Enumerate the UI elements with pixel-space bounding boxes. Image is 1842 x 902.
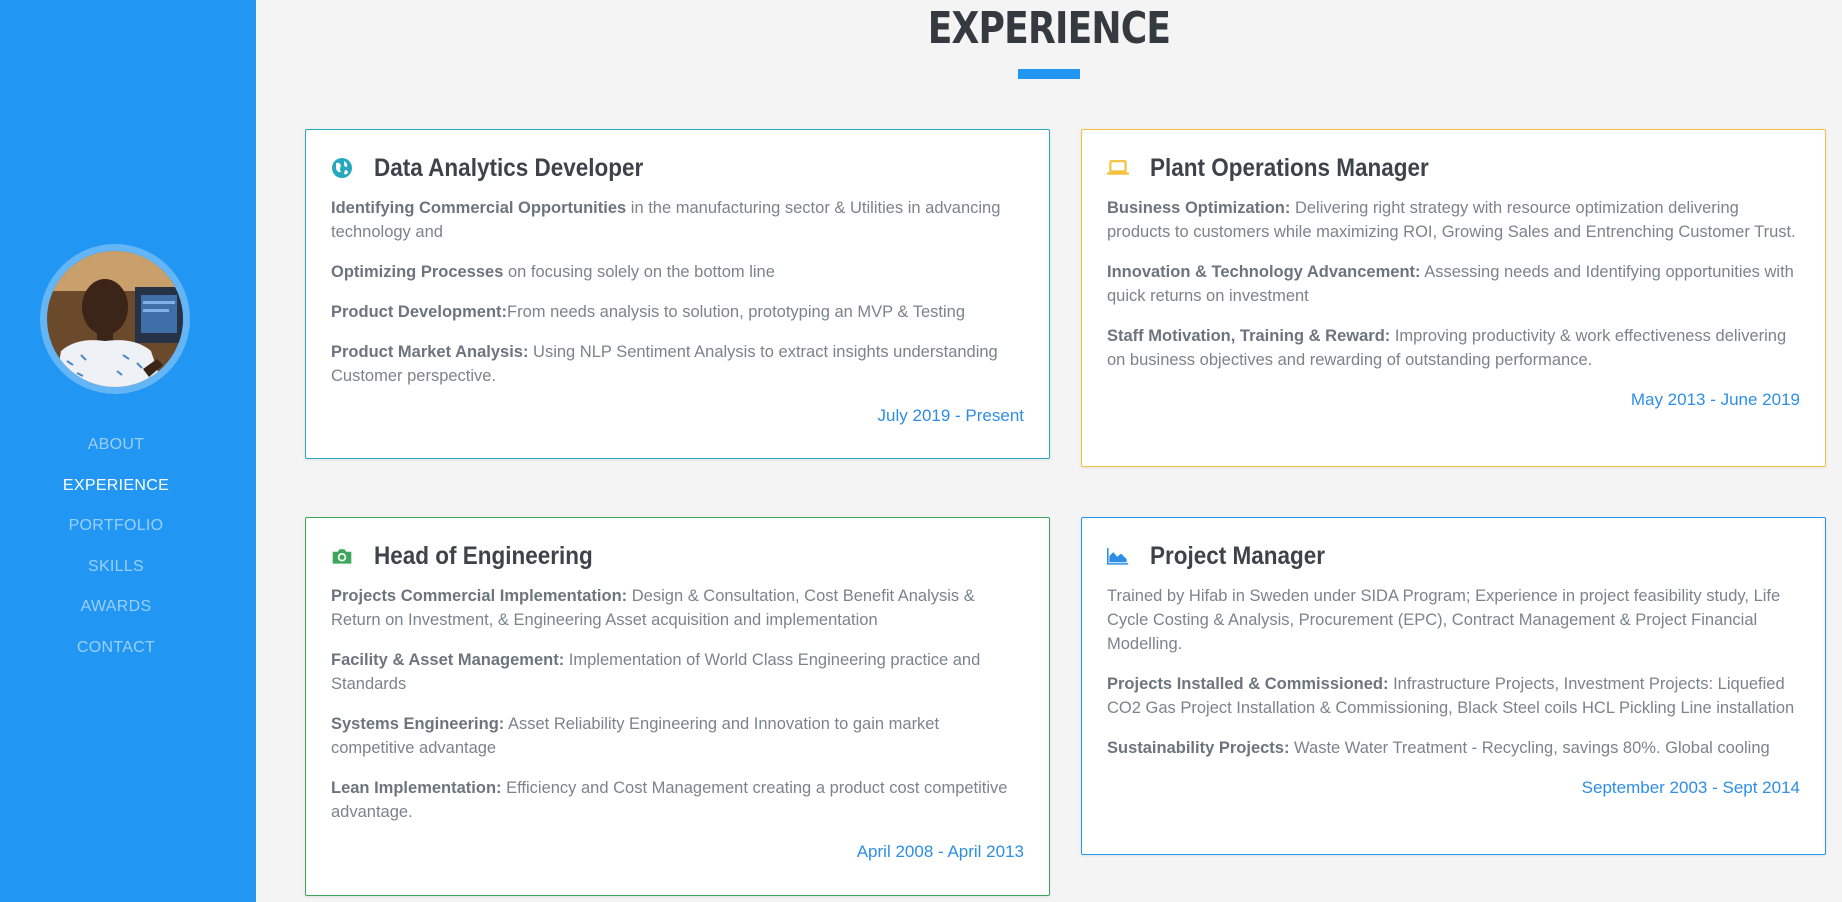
experience-card-head-of-engineering: Head of Engineering Projects Commercial … [305,517,1050,896]
card-item: Product Development:From needs analysis … [331,300,1024,324]
avatar [47,251,183,387]
item-label: Product Market Analysis: [331,343,529,361]
card-item: Facility & Asset Management: Implementat… [331,648,1024,696]
card-header: Project Manager [1107,541,1800,571]
experience-card-plant-operations: Plant Operations Manager Business Optimi… [1081,129,1826,467]
card-item: Business Optimization: Delivering right … [1107,196,1800,244]
card-item: Optimizing Processes on focusing solely … [331,260,1024,284]
section-heading: EXPERIENCE [256,0,1842,79]
item-label: Lean Implementation: [331,779,502,797]
card-item: Sustainability Projects: Waste Water Tre… [1107,736,1800,760]
item-label: Projects Commercial Implementation: [331,587,628,605]
item-label: Innovation & Technology Advancement: [1107,263,1421,281]
card-header: Head of Engineering [331,541,1024,571]
item-text: on focusing solely on the bottom line [503,263,775,281]
profile-photo-frame [40,244,190,394]
item-label: Projects Installed & Commissioned: [1107,675,1389,693]
card-title: Project Manager [1150,541,1326,570]
item-text: Waste Water Treatment - Recycling, savin… [1289,739,1770,757]
card-title: Data Analytics Developer [374,153,644,182]
card-item: Identifying Commercial Opportunities in … [331,196,1024,244]
nav-item-portfolio[interactable]: PORTFOLIO [0,511,232,552]
item-label: Identifying Commercial Opportunities [331,199,627,217]
card-item: Product Market Analysis: Using NLP Senti… [331,340,1024,388]
item-label: Systems Engineering: [331,715,505,733]
card-item: Projects Installed & Commissioned: Infra… [1107,672,1800,720]
card-item: Trained by Hifab in Sweden under SIDA Pr… [1107,584,1800,656]
card-header: Data Analytics Developer [331,153,1024,183]
title-underline [1018,69,1080,79]
sidebar-nav: ABOUT EXPERIENCE PORTFOLIO SKILLS AWARDS… [0,430,232,673]
item-label: Sustainability Projects: [1107,739,1290,757]
card-item: Systems Engineering: Asset Reliability E… [331,712,1024,760]
item-label: Product Development: [331,303,508,321]
nav-item-contact[interactable]: CONTACT [0,633,232,674]
item-text: From needs analysis to solution, prototy… [507,303,966,321]
card-title: Head of Engineering [374,541,593,570]
item-label: Staff Motivation, Training & Reward: [1107,327,1391,345]
card-dates: May 2013 - June 2019 [1630,390,1800,409]
card-dates: September 2003 - Sept 2014 [1581,778,1800,797]
laptop-icon [1107,157,1129,179]
item-label: Optimizing Processes [331,263,504,281]
experience-card-project-manager: Project Manager Trained by Hifab in Swed… [1081,517,1826,855]
camera-icon [331,545,353,567]
card-title: Plant Operations Manager [1150,153,1429,182]
card-header: Plant Operations Manager [1107,153,1800,183]
card-item: Lean Implementation: Efficiency and Cost… [331,776,1024,824]
nav-item-skills[interactable]: SKILLS [0,552,232,593]
card-dates: July 2019 - Present [877,406,1024,425]
card-item: Projects Commercial Implementation: Desi… [331,584,1024,632]
item-text: Trained by Hifab in Sweden under SIDA Pr… [1107,587,1781,653]
item-label: Facility & Asset Management: [331,651,565,669]
area-chart-icon [1107,545,1129,567]
nav-item-awards[interactable]: AWARDS [0,592,232,633]
item-label: Business Optimization: [1107,199,1291,217]
nav-item-about[interactable]: ABOUT [0,430,232,471]
card-item: Staff Motivation, Training & Reward: Imp… [1107,324,1800,372]
globe-icon [331,157,353,179]
section-title: EXPERIENCE [927,3,1171,54]
sidebar: ABOUT EXPERIENCE PORTFOLIO SKILLS AWARDS… [0,0,256,902]
card-item: Innovation & Technology Advancement: Ass… [1107,260,1800,308]
nav-item-experience[interactable]: EXPERIENCE [0,471,232,512]
experience-card-data-analytics: Data Analytics Developer Identifying Com… [305,129,1050,459]
card-dates: April 2008 - April 2013 [856,842,1024,861]
